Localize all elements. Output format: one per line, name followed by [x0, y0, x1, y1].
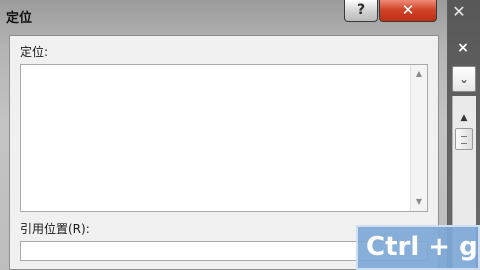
background-scroll-up-icon[interactable]: ▲: [456, 112, 472, 124]
goto-listbox[interactable]: ▲ ▼: [20, 64, 428, 212]
arrow-up-icon[interactable]: ▲: [411, 67, 427, 81]
arrow-down-icon[interactable]: ▼: [411, 195, 427, 209]
dialog-title: 定位: [6, 11, 33, 26]
goto-list-scrollbar[interactable]: ▲ ▼: [410, 65, 427, 211]
reference-label: 引用位置(R):: [20, 222, 90, 236]
goto-label: 定位:: [20, 45, 49, 59]
close-icon: ✕: [401, 1, 415, 19]
background-scroll-thumb[interactable]: [455, 128, 473, 150]
question-mark-icon: ?: [356, 2, 366, 18]
close-button[interactable]: ✕: [379, 0, 437, 22]
background-pane-close-icon[interactable]: ×: [456, 40, 470, 56]
background-dropdown-button[interactable]: ⌄: [452, 66, 476, 92]
background-close-icon[interactable]: ✕: [448, 2, 470, 22]
chevron-down-icon: ⌄: [458, 72, 470, 86]
help-button[interactable]: ?: [344, 0, 378, 22]
shortcut-overlay: Ctrl + g: [356, 225, 480, 270]
